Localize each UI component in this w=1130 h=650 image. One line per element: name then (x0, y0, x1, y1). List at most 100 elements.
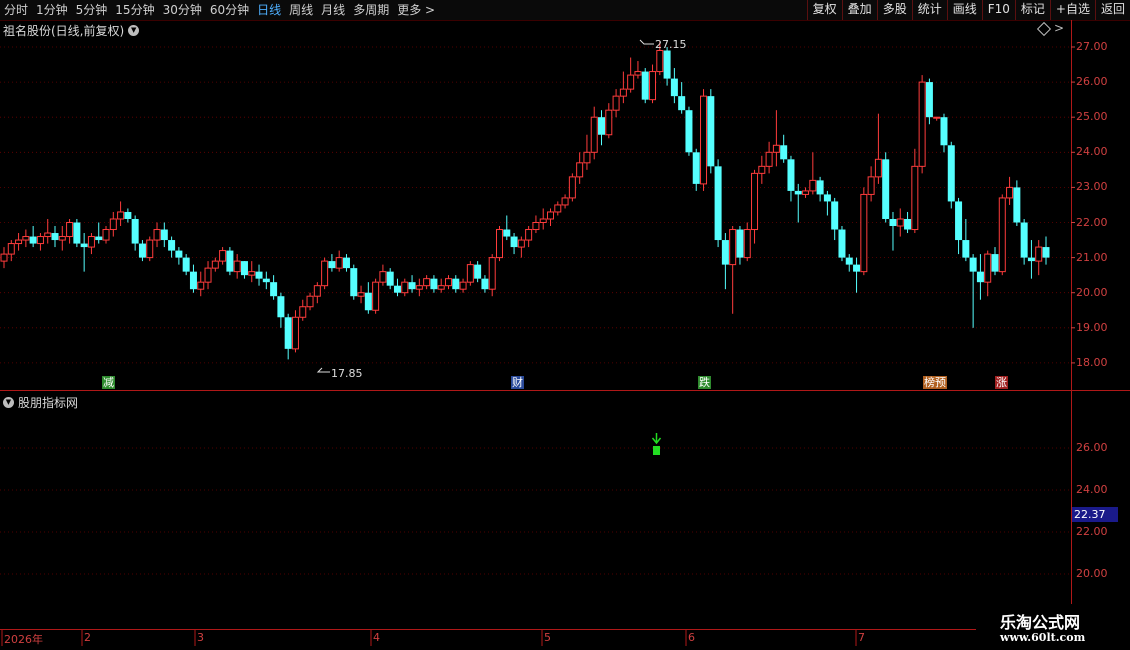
candle (721, 233, 729, 290)
candle (772, 110, 780, 167)
candle (802, 187, 810, 198)
marks-layer (316, 39, 662, 455)
event-tag-4[interactable]: 涨 (995, 376, 1008, 389)
candle (408, 275, 416, 293)
watermark-url: www.60lt.com (1000, 631, 1086, 644)
candle (306, 292, 314, 311)
candle (226, 247, 234, 276)
candle (146, 236, 154, 262)
candle (532, 215, 540, 234)
candle (831, 197, 839, 241)
candle (845, 254, 853, 272)
candle (386, 268, 394, 290)
sub-y-tick-label: 20.00 (1076, 567, 1108, 580)
candle (874, 113, 882, 184)
candle (262, 271, 270, 290)
candle (670, 68, 678, 104)
candle (335, 250, 343, 272)
sub-y-tick-label: 24.00 (1076, 483, 1108, 496)
y-tick-label: 24.00 (1076, 145, 1108, 159)
candle (605, 103, 613, 139)
event-tag-3[interactable]: 榜预 (923, 376, 947, 389)
candle (364, 282, 372, 314)
candle (277, 292, 285, 328)
y-tick-label: 27.00 (1076, 40, 1108, 53)
event-tag-1[interactable]: 财 (511, 376, 524, 389)
candle (568, 173, 576, 202)
candle (780, 134, 788, 163)
candle (357, 285, 365, 304)
y-tick-label: 18.00 (1076, 355, 1108, 369)
y-tick-label: 26.00 (1076, 75, 1108, 89)
candle (641, 68, 649, 104)
chart-grid (0, 20, 1130, 650)
candle (197, 271, 205, 297)
candle (481, 275, 489, 293)
candle (517, 236, 525, 258)
candle (29, 226, 37, 248)
candle (87, 233, 95, 255)
high-price-label: 27.15 (655, 38, 687, 51)
candle (525, 226, 533, 248)
candle (444, 275, 452, 290)
candle (73, 218, 81, 248)
candle (168, 236, 176, 258)
kline-chart[interactable] (0, 0, 1130, 650)
candle (109, 211, 117, 237)
candle (561, 194, 569, 209)
candle (328, 254, 336, 272)
y-tick-label: 23.00 (1076, 180, 1108, 194)
candle (102, 226, 110, 244)
candle (692, 148, 700, 191)
y-tick-label: 22.00 (1076, 215, 1108, 229)
candle (233, 254, 241, 279)
candle (685, 106, 693, 156)
candle (474, 261, 482, 283)
candle (627, 57, 635, 93)
candle (860, 187, 868, 276)
candle (743, 222, 751, 262)
candle (131, 215, 139, 251)
candle (700, 89, 708, 191)
candle (15, 233, 23, 251)
candle (547, 208, 555, 227)
candle (984, 250, 992, 297)
sub-y-tick-label: 22.00 (1076, 525, 1108, 538)
candle (787, 155, 795, 202)
candle (539, 208, 547, 230)
candle (794, 183, 802, 223)
date-label: 7 (858, 631, 865, 644)
candle (291, 310, 299, 353)
candle (962, 218, 970, 262)
candle (350, 264, 358, 300)
candle (590, 106, 598, 160)
candle (867, 166, 875, 202)
candle (751, 169, 759, 244)
candle (554, 201, 562, 216)
event-tag-0[interactable]: 减 (102, 376, 115, 389)
candle (1042, 236, 1050, 265)
candle (36, 233, 44, 251)
candle (838, 226, 846, 262)
candle (823, 190, 831, 216)
candle (882, 152, 890, 223)
candle (904, 211, 912, 234)
date-label: 4 (373, 631, 380, 644)
candle (160, 222, 168, 248)
date-label: 2 (84, 631, 91, 644)
candle (372, 278, 380, 314)
candle (1006, 176, 1014, 205)
candle (940, 113, 948, 153)
candle (117, 201, 125, 227)
candle (998, 194, 1006, 276)
candle (430, 275, 438, 293)
candle (510, 233, 518, 255)
candle (911, 148, 919, 234)
chevron-right-icon[interactable]: > (1054, 21, 1064, 35)
candle (991, 247, 999, 276)
event-tag-2[interactable]: 跌 (698, 376, 711, 389)
candle (153, 222, 161, 248)
candle (634, 61, 642, 79)
candle (503, 215, 511, 241)
candle (211, 257, 219, 272)
